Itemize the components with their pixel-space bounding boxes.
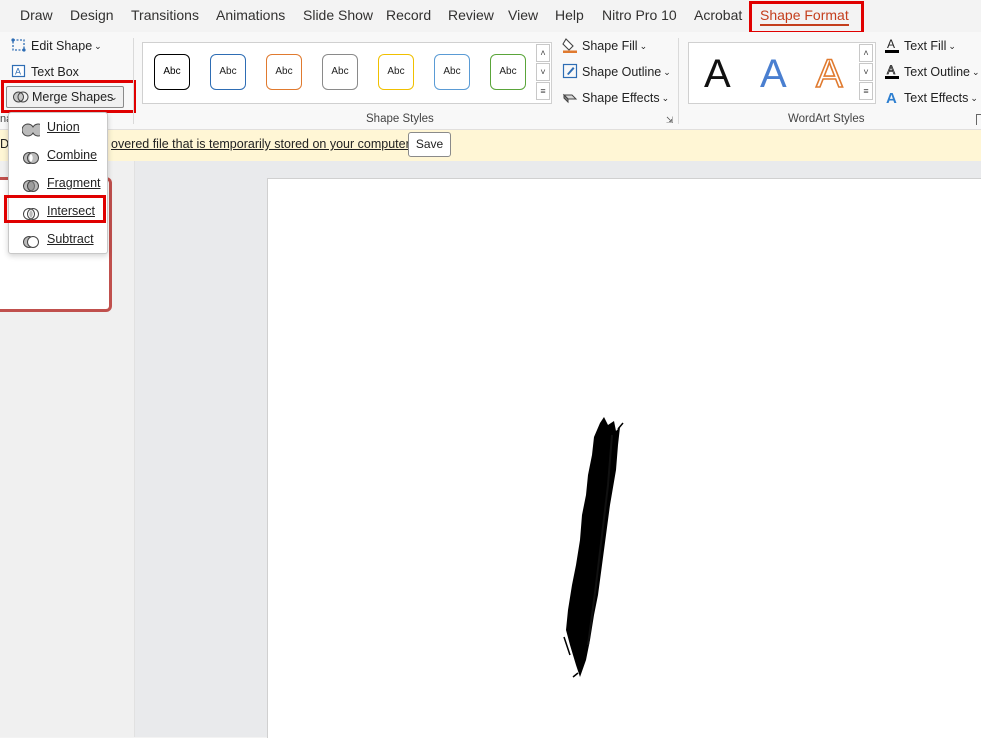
svg-text:A: A [887, 37, 895, 51]
text-box-button[interactable]: A Text Box [11, 61, 79, 83]
pencil-outline-icon [562, 63, 578, 79]
menu-item-intersect[interactable]: Intersect [9, 198, 107, 224]
shape-outline-button[interactable]: Shape Outline ⌄ [562, 61, 671, 83]
wordart-more-button[interactable]: ≡ [859, 82, 873, 100]
text-fill-icon: A [884, 37, 900, 53]
chevron-down-icon: ⌄ [663, 67, 671, 77]
group-divider [133, 38, 134, 124]
active-tab-underline [760, 24, 849, 26]
shape-styles-group-label: Shape Styles [366, 113, 434, 125]
menu-item-label: Subtract [47, 232, 94, 246]
text-effects-label: Text Effects [904, 91, 969, 105]
group-divider [678, 38, 679, 124]
shape-style-1[interactable]: Abc [154, 54, 190, 90]
chevron-down-icon: ⌄ [110, 92, 118, 102]
tab-transitions[interactable]: Transitions [131, 0, 199, 32]
dialog-launcher-icon[interactable] [976, 114, 981, 125]
text-box-label: Text Box [31, 65, 79, 79]
wordart-style-1[interactable]: A [704, 51, 731, 97]
shape-effects-button[interactable]: Shape Effects ⌄ [562, 87, 669, 109]
menu-item-label: Union [47, 120, 80, 134]
text-outline-label: Text Outline [904, 65, 971, 79]
paint-bucket-icon [562, 37, 578, 53]
wordart-scroll-up-button[interactable]: ˄ [859, 44, 873, 62]
merge-shapes-menu: Union Combine Fragment Intersect Subtrac… [8, 112, 108, 254]
chevron-down-icon: ⌄ [639, 41, 648, 51]
combine-icon [22, 148, 39, 164]
merge-shapes-label: Merge Shapes [32, 90, 114, 104]
menu-item-subtract[interactable]: Subtract [9, 226, 107, 252]
intersect-icon [22, 204, 39, 220]
tab-draw[interactable]: Draw [20, 0, 53, 32]
tab-review[interactable]: Review [448, 0, 494, 32]
text-fill-button[interactable]: A Text Fill ⌄ [884, 35, 956, 57]
edit-shape-button[interactable]: Edit Shape ⌄ [11, 35, 102, 57]
chevron-down-icon: ⌄ [94, 41, 102, 51]
menu-item-combine[interactable]: Combine [9, 142, 107, 168]
dialog-launcher-icon[interactable]: ⇲ [666, 115, 674, 126]
shape-style-3[interactable]: Abc [266, 54, 302, 90]
shape-effects-label: Shape Effects [582, 91, 660, 105]
shape-style-2[interactable]: Abc [210, 54, 246, 90]
shape-effects-icon [562, 89, 578, 105]
merge-shapes-icon [12, 89, 30, 111]
wordart-style-2[interactable]: A [760, 51, 787, 97]
tab-nitro-pro[interactable]: Nitro Pro 10 [602, 0, 677, 32]
recovered-file-message-bar: D overed file that is temporarily stored… [0, 130, 981, 162]
chevron-down-icon: ⌄ [661, 93, 670, 103]
chevron-down-icon: ⌄ [948, 41, 956, 51]
ribbon-tab-bar: Draw Design Transitions Animations Slide… [0, 0, 981, 32]
text-box-icon: A [11, 63, 27, 79]
wordart-style-3[interactable]: A [815, 51, 843, 97]
tab-acrobat[interactable]: Acrobat [694, 0, 742, 32]
gallery-scroll-down-button[interactable]: ˅ [536, 63, 550, 81]
shape-fill-button[interactable]: Shape Fill ⌄ [562, 35, 647, 57]
brush-stroke-shape[interactable] [558, 415, 633, 680]
fragment-icon [22, 176, 39, 192]
save-button[interactable]: Save [408, 132, 451, 157]
menu-item-label: Fragment [47, 176, 101, 190]
shape-style-5[interactable]: Abc [378, 54, 414, 90]
tab-slide-show[interactable]: Slide Show [303, 0, 373, 32]
shape-outline-label: Shape Outline [582, 65, 662, 79]
union-icon [21, 120, 45, 137]
gallery-more-button[interactable]: ≡ [536, 82, 550, 100]
svg-text:A: A [15, 67, 21, 77]
tab-shape-format[interactable]: Shape Format [760, 0, 849, 32]
wordart-styles-gallery: A A A ˄ ˅ ≡ [688, 42, 876, 104]
menu-item-union[interactable]: Union [9, 114, 107, 140]
chevron-down-icon: ⌄ [972, 67, 980, 77]
shape-styles-gallery: Abc Abc Abc Abc Abc Abc Abc ˄ ˅ ≡ [142, 42, 552, 104]
svg-text:A: A [887, 63, 895, 77]
menu-item-fragment[interactable]: Fragment [9, 170, 107, 196]
text-outline-icon: A [884, 63, 900, 79]
wordart-styles-group-label: WordArt Styles [788, 113, 865, 125]
shape-style-7[interactable]: Abc [490, 54, 526, 90]
menu-item-label: Combine [47, 148, 98, 162]
gallery-scroll-up-button[interactable]: ˄ [536, 44, 550, 62]
edit-shape-label: Edit Shape [31, 39, 93, 53]
text-outline-button[interactable]: A Text Outline ⌄ [884, 61, 980, 83]
text-effects-icon: A [884, 89, 900, 107]
wordart-scroll-down-button[interactable]: ˅ [859, 63, 873, 81]
svg-text:A: A [886, 90, 897, 105]
tab-help[interactable]: Help [555, 0, 584, 32]
menu-item-label: Intersect [47, 204, 95, 218]
text-effects-button[interactable]: A Text Effects ⌄ [884, 87, 978, 109]
tab-view[interactable]: View [508, 0, 538, 32]
shape-style-6[interactable]: Abc [434, 54, 470, 90]
chevron-down-icon: ⌄ [970, 93, 978, 103]
text-fill-label: Text Fill [904, 39, 947, 53]
tab-animations[interactable]: Animations [216, 0, 285, 32]
subtract-icon [22, 232, 39, 248]
tab-design[interactable]: Design [70, 0, 114, 32]
shape-style-4[interactable]: Abc [322, 54, 358, 90]
edit-shape-icon [11, 37, 27, 53]
shape-fill-label: Shape Fill [582, 39, 638, 53]
tab-record[interactable]: Record [386, 0, 431, 32]
merge-shapes-button[interactable]: Merge Shapes ⌄ [6, 86, 124, 108]
tab-shape-format-label: Shape Format [760, 7, 849, 23]
slide[interactable] [267, 178, 981, 738]
message-text[interactable]: overed file that is temporarily stored o… [111, 137, 413, 151]
